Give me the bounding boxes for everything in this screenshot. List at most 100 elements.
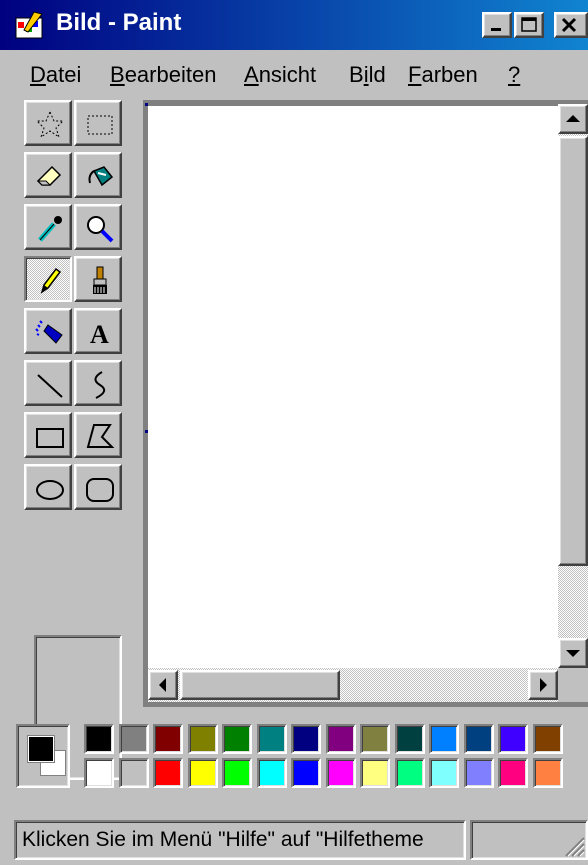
rectangle-tool[interactable]	[24, 412, 72, 458]
color-swatch[interactable]	[256, 758, 287, 788]
magnifier-tool[interactable]	[74, 204, 122, 250]
fill-tool[interactable]	[74, 152, 122, 198]
rectangle-icon	[36, 428, 64, 448]
color-swatch[interactable]	[532, 724, 563, 754]
rounded-rect-icon	[86, 478, 114, 502]
curve-tool[interactable]	[74, 360, 122, 406]
arrow-right-icon	[540, 678, 547, 692]
scroll-up-button[interactable]	[558, 104, 588, 134]
resize-handle[interactable]	[145, 430, 148, 433]
color-swatch[interactable]	[291, 724, 321, 754]
airbrush-tool[interactable]	[24, 308, 72, 354]
menu-help-label: ?	[508, 62, 521, 87]
menu-bearbeiten[interactable]: Bearbeiten	[110, 62, 216, 88]
color-swatch[interactable]	[291, 758, 321, 788]
minimize-button[interactable]	[482, 12, 512, 38]
color-swatch[interactable]	[532, 758, 563, 788]
status-message-panel: Klicken Sie im Menü "Hilfe" auf "Hilfeth…	[14, 820, 466, 860]
pencil-tool[interactable]	[24, 256, 72, 302]
menu-mnemonic: D	[30, 62, 46, 87]
ellipse-tool[interactable]	[24, 464, 72, 510]
scrollbar-corner	[558, 668, 588, 702]
color-swatch[interactable]	[463, 758, 494, 788]
pencil-icon	[40, 267, 62, 294]
rect-select-tool[interactable]	[74, 100, 122, 146]
rect-select-icon	[87, 115, 113, 135]
maximize-icon	[521, 17, 537, 32]
text-icon: A	[90, 320, 109, 349]
close-button[interactable]	[554, 12, 588, 38]
color-swatch[interactable]	[187, 724, 218, 754]
scroll-right-button[interactable]	[528, 670, 558, 700]
color-swatch[interactable]	[256, 724, 287, 754]
menu-ansicht-rest: nsicht	[258, 62, 317, 87]
brush-tool[interactable]	[74, 256, 122, 302]
polygon-tool[interactable]	[74, 412, 122, 458]
horizontal-scrollbar[interactable]	[148, 668, 558, 702]
status-coordinates-panel	[470, 820, 588, 860]
color-swatch[interactable]	[498, 724, 528, 754]
color-swatch[interactable]	[429, 724, 459, 754]
menu-bild-rest2: ld	[368, 62, 386, 87]
size-grip-icon[interactable]	[560, 832, 586, 858]
color-swatch[interactable]	[429, 758, 459, 788]
menu-farben[interactable]: Farben	[408, 62, 478, 88]
menu-ansicht[interactable]: Ansicht	[244, 62, 316, 88]
color-swatch[interactable]	[118, 758, 149, 788]
vertical-scrollbar[interactable]	[558, 104, 588, 668]
text-tool[interactable]: A	[74, 308, 122, 354]
color-swatch[interactable]	[394, 724, 425, 754]
free-form-select-icon	[35, 110, 65, 139]
arrow-down-icon	[566, 650, 580, 657]
close-icon	[561, 17, 577, 33]
color-swatch[interactable]	[463, 724, 494, 754]
menu-bild-rest1: B	[349, 62, 364, 87]
color-swatch[interactable]	[153, 758, 183, 788]
text-tool-glyph: A	[90, 320, 109, 349]
color-swatch[interactable]	[360, 724, 390, 754]
rounded-rect-tool[interactable]	[74, 464, 122, 510]
scroll-left-button[interactable]	[148, 670, 178, 700]
color-swatch[interactable]	[325, 724, 356, 754]
status-bar: Klicken Sie im Menü "Hilfe" auf "Hilfeth…	[0, 810, 588, 865]
color-swatch[interactable]	[84, 724, 114, 754]
eraser-icon	[36, 165, 62, 186]
curve-icon	[94, 371, 106, 399]
arrow-up-icon	[566, 115, 580, 122]
color-swatch[interactable]	[187, 758, 218, 788]
color-swatch[interactable]	[153, 724, 183, 754]
foreground-color-swatch	[27, 735, 55, 763]
menu-mnemonic: A	[244, 62, 259, 87]
toolbox: A	[16, 100, 128, 780]
color-palette	[0, 710, 588, 800]
line-tool[interactable]	[24, 360, 72, 406]
title-bar[interactable]: Bild - Paint	[0, 0, 588, 50]
color-swatch[interactable]	[360, 758, 390, 788]
color-indicator[interactable]	[16, 724, 70, 788]
color-picker-tool[interactable]	[24, 204, 72, 250]
drawing-canvas[interactable]	[148, 106, 558, 668]
vertical-scroll-thumb[interactable]	[558, 136, 588, 566]
color-swatch[interactable]	[394, 758, 425, 788]
scroll-down-button[interactable]	[558, 638, 588, 668]
brush-icon	[93, 266, 107, 294]
color-swatch[interactable]	[118, 724, 149, 754]
color-swatch[interactable]	[498, 758, 528, 788]
free-form-select-tool[interactable]	[24, 100, 72, 146]
color-swatch[interactable]	[84, 758, 114, 788]
menu-bild[interactable]: Bild	[349, 62, 386, 88]
polygon-icon	[86, 424, 115, 448]
menu-farben-rest: arben	[421, 62, 478, 87]
paint-app-icon	[15, 11, 43, 39]
fill-bucket-icon	[88, 166, 114, 187]
color-swatch[interactable]	[222, 758, 252, 788]
horizontal-scroll-thumb[interactable]	[180, 670, 340, 700]
arrow-left-icon	[159, 678, 166, 692]
color-swatch[interactable]	[325, 758, 356, 788]
menu-help[interactable]: ?	[508, 62, 520, 88]
maximize-button[interactable]	[514, 12, 544, 38]
menu-datei[interactable]: Datei	[30, 62, 81, 88]
eraser-tool[interactable]	[24, 152, 72, 198]
minimize-icon	[491, 28, 501, 31]
color-swatch[interactable]	[222, 724, 252, 754]
